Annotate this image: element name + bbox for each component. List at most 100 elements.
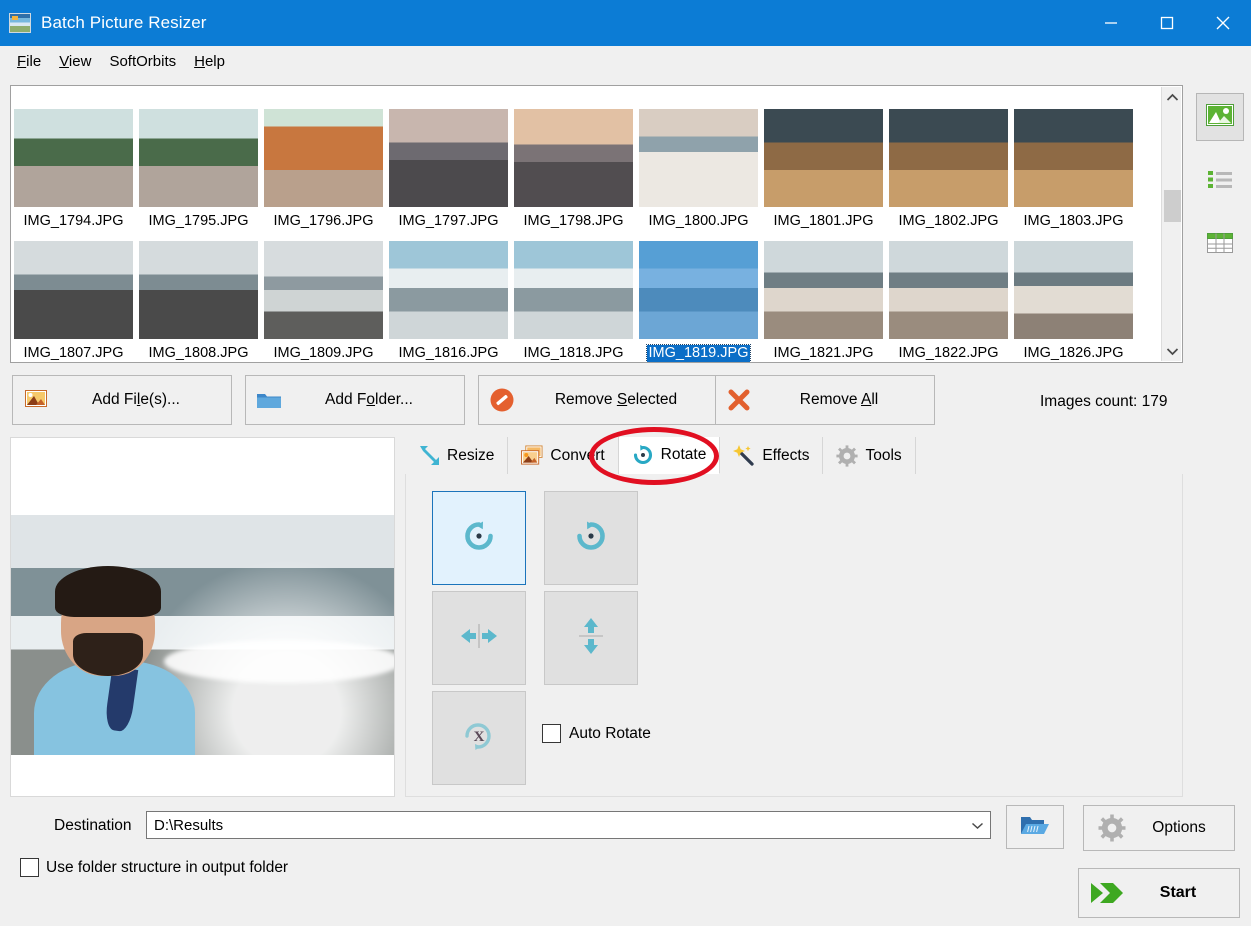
thumbnail-item[interactable]: IMG_1819.JPG — [636, 238, 761, 362]
add-files-button[interactable]: Add File(s)... — [12, 375, 232, 425]
menu-view[interactable]: View — [50, 50, 100, 73]
thumbnail-image[interactable] — [1013, 108, 1134, 208]
thumbnail-image[interactable] — [1013, 240, 1134, 340]
start-label: Start — [1159, 884, 1197, 901]
add-folder-button[interactable]: Add Folder... — [245, 375, 465, 425]
gear-icon — [1084, 814, 1140, 842]
thumbnail-scrollbar[interactable] — [1161, 87, 1181, 361]
start-button[interactable]: Start — [1078, 868, 1240, 918]
thumbnail-image[interactable] — [638, 108, 759, 208]
thumbnail-item[interactable]: IMG_1798.JPG — [511, 106, 636, 238]
titlebar: Batch Picture Resizer — [0, 0, 1251, 46]
thumbnail-filename: IMG_1796.JPG — [273, 213, 374, 229]
thumbnail-image[interactable] — [513, 108, 634, 208]
picture-icon — [1206, 103, 1234, 131]
thumbnail-item[interactable]: IMG_1809.JPG — [261, 238, 386, 362]
rotate-left-button[interactable] — [432, 491, 526, 585]
thumbnail-image[interactable] — [888, 108, 1009, 208]
window-controls — [1083, 0, 1251, 46]
red-x-icon — [716, 388, 762, 412]
thumbnail-item[interactable]: IMG_1794.JPG — [11, 106, 136, 238]
svg-text:X: X — [474, 729, 485, 745]
thumbnail-image[interactable] — [138, 108, 259, 208]
close-button[interactable] — [1195, 0, 1251, 46]
view-mode-list-button[interactable] — [1196, 157, 1244, 205]
menu-help[interactable]: Help — [185, 50, 234, 73]
auto-rotate-checkbox[interactable] — [542, 724, 561, 743]
flip-horizontal-button[interactable] — [432, 591, 526, 685]
thumbnail-item[interactable]: IMG_1821.JPG — [761, 238, 886, 362]
tab-resize[interactable]: Resize — [405, 437, 509, 474]
tab-tools[interactable]: Tools — [823, 437, 916, 474]
menu-softorbits[interactable]: SoftOrbits — [100, 50, 185, 73]
tab-effects-label: Effects — [762, 446, 810, 464]
file-thumbnail-list[interactable]: IMG_1784.JPGIMG_1786.JPGIMG_1787.JPGIMG_… — [10, 85, 1183, 363]
thumbnail-image[interactable] — [763, 240, 884, 340]
thumbnail-item-clipped[interactable]: IMG_1787.JPG — [261, 86, 386, 90]
thumbnail-image[interactable] — [513, 240, 634, 340]
thumbnail-item-clipped[interactable]: IMG_1793.JPG — [1011, 86, 1136, 90]
thumbnail-row: IMG_1807.JPG IMG_1808.JPG IMG_1809.JPG IMG_… — [11, 238, 1162, 362]
thumbnail-image[interactable] — [263, 240, 384, 340]
thumbnail-item[interactable]: IMG_1808.JPG — [136, 238, 261, 362]
thumbnail-item[interactable]: IMG_1796.JPG — [261, 106, 386, 238]
flip-vertical-button[interactable] — [544, 591, 638, 685]
tab-convert[interactable]: Convert — [508, 437, 619, 474]
thumbnail-image[interactable] — [13, 108, 134, 208]
thumbnail-image[interactable] — [388, 108, 509, 208]
view-mode-details-button[interactable] — [1196, 221, 1244, 269]
thumbnail-item[interactable]: IMG_1822.JPG — [886, 238, 1011, 362]
tab-effects[interactable]: Effects — [720, 437, 824, 474]
no-rotation-button[interactable]: X — [432, 691, 526, 785]
thumbnail-item-clipped[interactable]: IMG_1792.JPG — [886, 86, 1011, 90]
table-icon — [1206, 231, 1234, 260]
options-label: Options — [1152, 819, 1206, 836]
thumbnail-item[interactable]: IMG_1801.JPG — [761, 106, 886, 238]
thumbnail-item-clipped[interactable]: IMG_1789.JPG — [511, 86, 636, 90]
menu-file[interactable]: File — [8, 50, 50, 73]
thumbnail-image[interactable] — [263, 108, 384, 208]
use-folder-structure-checkbox[interactable] — [20, 858, 39, 877]
browse-destination-button[interactable] — [1006, 805, 1064, 849]
scrollbar-thumb[interactable] — [1164, 189, 1181, 222]
auto-rotate-row[interactable]: Auto Rotate — [542, 724, 651, 743]
rotate-right-button[interactable] — [544, 491, 638, 585]
minimize-button[interactable] — [1083, 0, 1139, 46]
thumbnail-item[interactable]: IMG_1800.JPG — [636, 106, 761, 238]
thumbnail-item-clipped[interactable]: IMG_1790.JPG — [636, 86, 761, 90]
remove-selected-button[interactable]: Remove Selected — [478, 375, 726, 425]
thumbnail-item[interactable]: IMG_1803.JPG — [1011, 106, 1136, 238]
thumbnail-item-clipped[interactable]: IMG_1786.JPG — [136, 86, 261, 90]
thumbnail-item[interactable]: IMG_1807.JPG — [11, 238, 136, 362]
scroll-down-icon[interactable] — [1162, 341, 1182, 361]
use-folder-structure-row[interactable]: Use folder structure in output folder — [20, 858, 288, 877]
thumbnail-item[interactable]: IMG_1826.JPG — [1011, 238, 1136, 362]
destination-input[interactable]: D:\Results — [147, 817, 964, 834]
thumbnail-image[interactable] — [388, 240, 509, 340]
scroll-up-icon[interactable] — [1162, 87, 1182, 107]
thumbnail-image[interactable] — [13, 240, 134, 340]
remove-all-button[interactable]: Remove All — [715, 375, 935, 425]
maximize-button[interactable] — [1139, 0, 1195, 46]
chevron-down-icon[interactable] — [964, 821, 990, 830]
thumbnail-item[interactable]: IMG_1816.JPG — [386, 238, 511, 362]
thumbnail-image[interactable] — [138, 240, 259, 340]
tab-rotate[interactable]: Rotate — [618, 437, 721, 474]
thumbnail-item[interactable]: IMG_1797.JPG — [386, 106, 511, 238]
destination-combobox[interactable]: D:\Results — [146, 811, 991, 839]
remove-selected-label: Remove Selected — [554, 391, 678, 408]
preview-image — [11, 515, 394, 755]
thumbnail-item[interactable]: IMG_1795.JPG — [136, 106, 261, 238]
thumbnail-item[interactable]: IMG_1802.JPG — [886, 106, 1011, 238]
thumbnail-image[interactable] — [763, 108, 884, 208]
thumbnail-item-clipped[interactable]: IMG_1791.JPG — [761, 86, 886, 90]
thumbnail-image[interactable] — [888, 240, 1009, 340]
thumbnail-image[interactable] — [638, 240, 759, 340]
thumbnail-item[interactable]: IMG_1818.JPG — [511, 238, 636, 362]
view-mode-thumbnail-button[interactable] — [1196, 93, 1244, 141]
thumbnail-item-clipped[interactable]: IMG_1784.JPG — [11, 86, 136, 90]
options-button[interactable]: Options — [1083, 805, 1235, 851]
tab-convert-label: Convert — [550, 446, 605, 464]
thumbnail-item-clipped[interactable]: IMG_1788.JPG — [386, 86, 511, 90]
add-picture-icon — [13, 390, 59, 410]
